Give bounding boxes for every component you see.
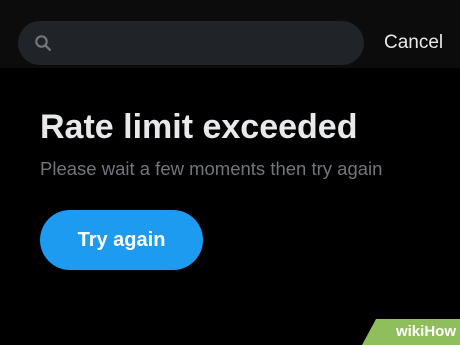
- search-input[interactable]: [64, 21, 354, 65]
- watermark-wiki-text: wiki: [395, 323, 425, 340]
- rate-limit-screen: Cancel Rate limit exceeded Please wait a…: [0, 0, 460, 345]
- page-title: Rate limit exceeded: [40, 108, 358, 146]
- wikihow-watermark: wikiHow: [362, 319, 460, 345]
- try-again-button[interactable]: Try again: [40, 210, 203, 270]
- cancel-button[interactable]: Cancel: [384, 31, 443, 55]
- search-icon: [35, 35, 52, 52]
- watermark-how-text: How: [424, 323, 456, 340]
- error-message: Please wait a few moments then try again: [40, 158, 383, 179]
- top-bar: Cancel: [0, 0, 460, 68]
- search-box[interactable]: [18, 21, 364, 65]
